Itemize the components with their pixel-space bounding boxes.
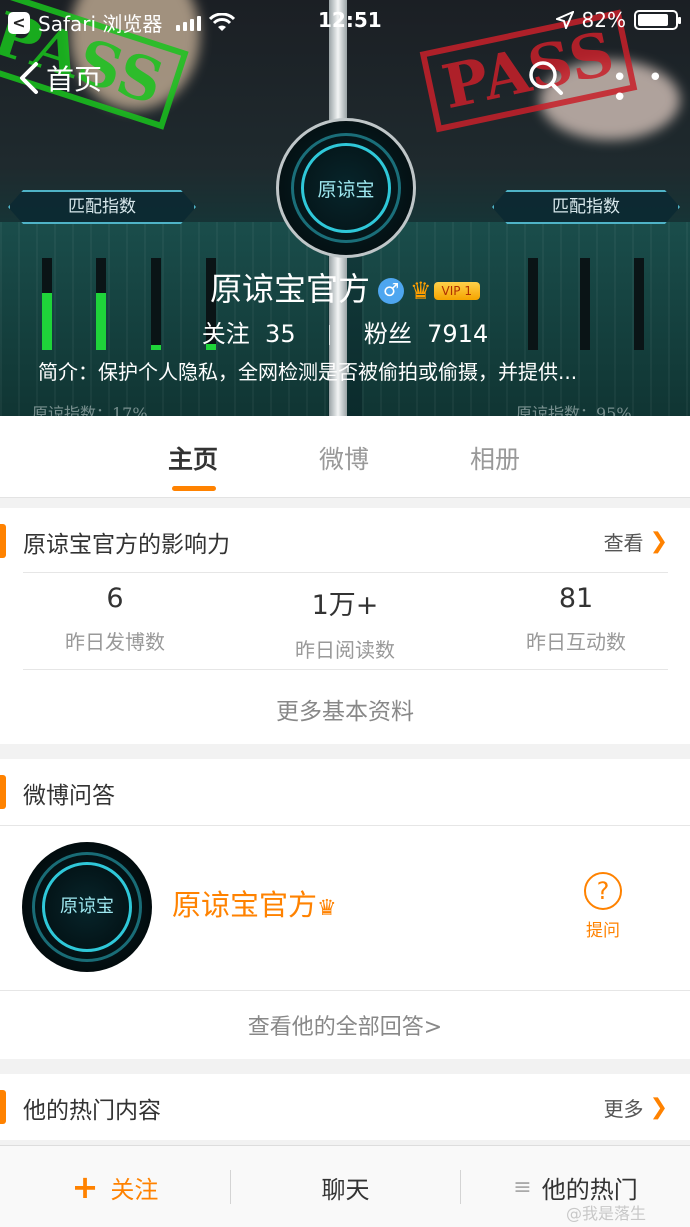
section-accent-bar (0, 775, 6, 809)
status-bar: < Safari 浏览器 12:51 82% (0, 0, 690, 40)
influence-card: 原谅宝官方的影响力 查看 ❯ 6 昨日发博数 1万+ 昨日阅读数 81 昨日互动… (0, 508, 690, 744)
followers-label: 粉丝 (363, 320, 412, 348)
watermark: @我是落生 (566, 1204, 647, 1223)
qa-name-text: 原谅宝官方 (172, 888, 318, 922)
qa-card: 微博问答 原谅宝 原谅宝官方♛ ? 提问 查看他的全部回答> (0, 759, 690, 1059)
avatar-text: 原谅宝 (317, 179, 375, 201)
hot-title: 他的热门内容 (23, 1098, 161, 1124)
chevron-right-icon: ❯ (649, 529, 668, 554)
profile-name-row: 原谅宝官方 ♂ ♛ VIP 1 (0, 264, 690, 310)
score-left: 原谅指数：17% (32, 404, 148, 416)
battery-icon (634, 10, 681, 30)
battery-percent: 82% (581, 8, 626, 32)
vip-label: VIP 1 (433, 282, 480, 300)
status-time: 12:51 (318, 8, 382, 32)
match-tag-left: 匹配指数 (8, 190, 196, 224)
qa-avatar-text: 原谅宝 (60, 896, 114, 917)
stat-reads: 1万+ 昨日阅读数 (245, 583, 445, 663)
back-app-icon: < (8, 11, 30, 34)
ask-label: 提问 (586, 921, 620, 941)
active-tab-indicator (172, 486, 216, 491)
wifi-icon (209, 12, 236, 31)
more-menu-button[interactable]: • • • (612, 65, 690, 111)
tab-album[interactable]: 相册 (470, 440, 520, 476)
chevron-right-icon: ❯ (649, 1095, 668, 1120)
back-app-label: Safari 浏览器 (38, 12, 163, 36)
male-icon: ♂ (378, 278, 405, 304)
section-accent-bar (0, 524, 6, 558)
follow-label: 关注 (110, 1175, 159, 1204)
search-icon[interactable] (528, 60, 564, 96)
stat-interactions: 81 昨日互动数 (476, 583, 676, 655)
influence-stats: 6 昨日发博数 1万+ 昨日阅读数 81 昨日互动数 (23, 572, 668, 670)
influence-view-button[interactable]: 查看 ❯ (604, 527, 668, 556)
followers-stat[interactable]: 粉丝 7914 (364, 320, 488, 348)
top-nav: 首页 • • • (0, 52, 690, 111)
tab-home[interactable]: 主页 (168, 440, 218, 476)
more-info-link[interactable]: 更多基本资料 (0, 692, 690, 726)
ask-button[interactable]: ? 提问 (582, 872, 624, 941)
stat-label: 昨日发博数 (65, 630, 165, 654)
vip-badge[interactable]: ♛ VIP 1 (410, 277, 480, 305)
crown-icon: ♛ (317, 896, 337, 921)
chat-label: 聊天 (321, 1175, 370, 1204)
following-label: 关注 (201, 320, 250, 348)
stat-value: 6 (106, 583, 124, 614)
hot-header: 他的热门内容 更多 ❯ (0, 1074, 690, 1138)
location-icon (555, 11, 574, 29)
section-accent-bar (0, 1090, 6, 1124)
all-answers-link[interactable]: 查看他的全部回答> (0, 1009, 690, 1041)
influence-header: 原谅宝官方的影响力 查看 ❯ (0, 508, 690, 572)
match-tag-right: 匹配指数 (492, 190, 680, 224)
view-label: 查看 (603, 531, 644, 555)
stat-value: 1万+ (311, 590, 379, 621)
question-icon: ? (584, 872, 622, 910)
hot-more-button[interactable]: 更多 ❯ (604, 1093, 668, 1122)
following-stat[interactable]: 关注 35 (202, 320, 296, 348)
back-button[interactable]: 首页 (18, 58, 102, 98)
followers-count: 7914 (427, 320, 489, 348)
back-to-app[interactable]: < Safari 浏览器 (8, 8, 236, 37)
more-label: 更多 (603, 1097, 644, 1121)
avatar[interactable]: 原谅宝 (276, 118, 416, 258)
profile-banner: PASS PASS 匹配指数 匹配指数 原谅指数：17% 原谅指数：95% < … (0, 0, 690, 416)
menu-icon: ≡ (513, 1174, 532, 1200)
profile-name: 原谅宝官方 (210, 270, 371, 308)
influence-title: 原谅宝官方的影响力 (23, 532, 230, 558)
qa-profile-row[interactable]: 原谅宝 原谅宝官方♛ ? 提问 (0, 825, 690, 991)
score-right: 原谅指数：95% (516, 404, 632, 416)
back-label: 首页 (46, 63, 103, 96)
following-count: 35 (265, 320, 296, 348)
qa-name: 原谅宝官方♛ (172, 882, 337, 924)
follow-stats: 关注 35 粉丝 7914 (0, 314, 690, 349)
tab-weibo[interactable]: 微博 (319, 440, 369, 476)
crown-icon: ♛ (410, 277, 432, 305)
follow-button[interactable]: + 关注 (0, 1146, 230, 1227)
chat-button[interactable]: 聊天 (231, 1146, 460, 1227)
qa-header: 微博问答 (0, 759, 690, 823)
profile-tabs: 主页 微博 相册 (0, 416, 690, 498)
plus-icon: + (71, 1168, 99, 1206)
qa-avatar[interactable]: 原谅宝 (22, 842, 152, 972)
signal-icon (176, 15, 202, 31)
stat-label: 昨日互动数 (526, 630, 626, 654)
stats-divider (329, 325, 331, 345)
hot-card: 他的热门内容 更多 ❯ (0, 1074, 690, 1140)
profile-intro[interactable]: 简介：保护个人隐私，全网检测是否被偷拍或偷摄，并提供... (38, 356, 658, 385)
stat-posts: 6 昨日发博数 (15, 583, 215, 655)
qa-title: 微博问答 (23, 783, 115, 809)
stat-value: 81 (558, 583, 594, 614)
stat-label: 昨日阅读数 (295, 638, 395, 662)
chevron-left-icon (20, 62, 38, 94)
